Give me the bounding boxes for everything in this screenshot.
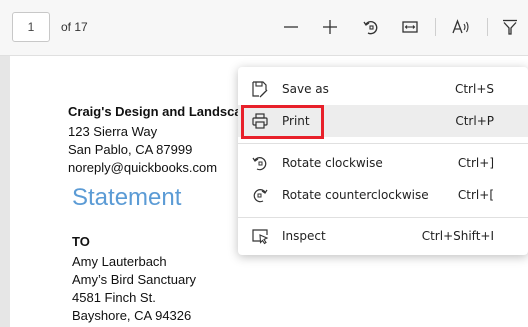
rotate-clockwise-icon <box>250 153 270 173</box>
menu-item-label: Save as <box>282 82 329 96</box>
print-highlight-box <box>241 105 324 139</box>
menu-item-rotate-counterclockwise[interactable]: Rotate counterclockwise Ctrl+[ <box>238 179 528 211</box>
menu-item-label: Inspect <box>282 229 326 243</box>
filter-button[interactable] <box>495 12 525 42</box>
rotate-icon <box>363 21 378 35</box>
page-number-input[interactable]: 1 <box>12 12 50 42</box>
menu-item-shortcut: Ctrl+] <box>457 156 494 170</box>
inspect-icon <box>250 226 270 246</box>
menu-item-shortcut: Ctrl+[ <box>457 188 494 202</box>
recipient-name: Amy Lauterbach <box>72 254 167 269</box>
menu-item-shortcut: Ctrl+P <box>455 114 494 128</box>
to-label: TO <box>72 234 90 249</box>
recipient-city: Bayshore, CA 94326 <box>72 308 192 323</box>
company-address-line1: 123 Sierra Way <box>68 124 158 139</box>
menu-item-rotate-clockwise[interactable]: Rotate clockwise Ctrl+] <box>238 147 528 179</box>
zoom-out-button[interactable] <box>276 12 306 42</box>
filter-icon <box>503 19 517 35</box>
company-name: Craig's Design and Landscap <box>68 104 250 119</box>
toolbar-divider <box>435 18 436 36</box>
pdf-toolbar: 1 of 17 <box>0 0 528 56</box>
zoom-out-icon <box>284 26 298 28</box>
read-aloud-icon <box>452 19 469 34</box>
toolbar-divider <box>487 18 488 36</box>
read-aloud-button[interactable] <box>446 12 476 42</box>
menu-item-save-as[interactable]: Save as Ctrl+S <box>238 73 528 105</box>
recipient-street: 4581 Finch St. <box>72 290 156 305</box>
menu-item-inspect[interactable]: Inspect Ctrl+Shift+I <box>238 220 528 252</box>
fit-page-icon <box>402 21 418 33</box>
company-address-line2: San Pablo, CA 87999 <box>68 142 193 157</box>
menu-divider <box>238 217 528 218</box>
page-count-label: of 17 <box>61 20 88 34</box>
recipient-company: Amy’s Bird Sanctuary <box>72 272 197 287</box>
menu-item-shortcut: Ctrl+S <box>454 82 494 96</box>
rotate-counterclockwise-icon <box>250 185 270 205</box>
save-as-icon <box>250 79 270 99</box>
menu-item-label: Rotate clockwise <box>282 156 383 170</box>
statement-title: Statement <box>72 184 182 211</box>
rotate-button[interactable] <box>356 12 386 42</box>
zoom-in-icon <box>323 20 337 34</box>
fit-page-button[interactable] <box>395 12 425 42</box>
zoom-in-button[interactable] <box>315 12 345 42</box>
menu-item-label: Rotate counterclockwise <box>282 188 429 202</box>
menu-item-shortcut: Ctrl+Shift+I <box>421 229 494 243</box>
context-menu: Save as Ctrl+S Print Ctrl+P Rotate clock… <box>238 67 528 255</box>
company-email: noreply@quickbooks.com <box>68 160 218 175</box>
menu-divider <box>238 143 528 144</box>
